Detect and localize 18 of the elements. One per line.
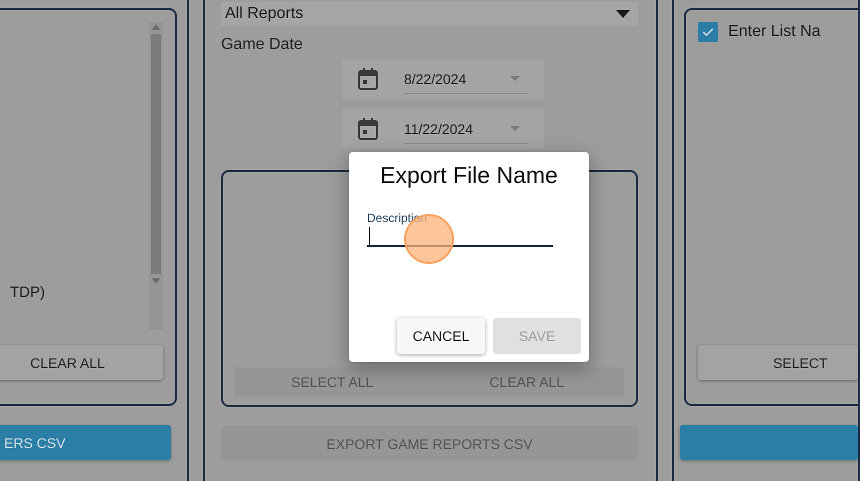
list-item[interactable]: Enter List Na [728, 23, 821, 41]
clear-all-button[interactable]: CLEAR ALL [0, 345, 163, 380]
caret-icon [510, 126, 520, 131]
list-item[interactable]: TDP) [10, 284, 45, 301]
cancel-button[interactable]: CANCEL [397, 318, 485, 354]
date-field[interactable]: 8/22/2024 [342, 59, 544, 99]
checkbox[interactable] [698, 22, 718, 42]
report-select[interactable]: All Reports [220, 2, 638, 26]
caret-icon [510, 76, 520, 81]
dialog-title: Export File Name [380, 162, 558, 189]
game-date-label: Game Date [220, 36, 304, 54]
scrollbar[interactable] [148, 22, 163, 330]
caret-icon [616, 10, 630, 18]
export-button[interactable]: ERS CSV [0, 425, 171, 460]
date-field[interactable]: 11/22/2024 [342, 109, 544, 149]
select-button[interactable]: SELECT [698, 345, 858, 380]
calendar-icon [358, 68, 378, 90]
calendar-icon [358, 118, 378, 140]
